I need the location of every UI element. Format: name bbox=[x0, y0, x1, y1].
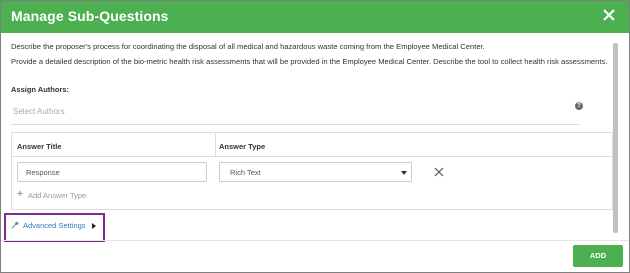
chevron-down-icon bbox=[401, 171, 407, 175]
manage-sub-questions-dialog: Manage Sub-Questions Describe the propos… bbox=[0, 0, 630, 273]
answer-type-value: Rich Text bbox=[230, 168, 261, 177]
authors-placeholder: Select Authors bbox=[13, 107, 65, 116]
dialog-scrollbar[interactable] bbox=[613, 43, 618, 233]
answer-types-table: Answer Title Answer Type Response Rich T… bbox=[11, 132, 613, 210]
answer-type-select[interactable]: Rich Text bbox=[219, 162, 412, 182]
remove-row-icon[interactable] bbox=[434, 167, 444, 177]
answer-title-input[interactable]: Response bbox=[17, 162, 207, 182]
add-answer-type-label: Add Answer Type bbox=[28, 191, 87, 200]
answer-title-value: Response bbox=[26, 168, 60, 177]
header-divider bbox=[12, 156, 612, 157]
advanced-settings-label: Advanced Settings bbox=[23, 221, 86, 230]
footer-divider bbox=[1, 240, 629, 241]
dialog-header: Manage Sub-Questions bbox=[1, 1, 629, 33]
wrench-icon bbox=[11, 221, 19, 229]
column-header-answer-title: Answer Title bbox=[17, 142, 62, 151]
close-icon[interactable] bbox=[599, 5, 619, 25]
question-description-line-2: Provide a detailed description of the bi… bbox=[11, 57, 608, 66]
dialog-title: Manage Sub-Questions bbox=[11, 8, 169, 24]
question-description-line-1: Describe the proposer's process for coor… bbox=[11, 42, 485, 51]
help-icon[interactable]: ? bbox=[575, 102, 583, 110]
plus-icon: + bbox=[17, 189, 23, 200]
caret-right-icon[interactable] bbox=[92, 223, 96, 229]
authors-select[interactable]: Select Authors bbox=[11, 100, 579, 125]
add-button[interactable]: ADD bbox=[573, 245, 623, 267]
column-header-answer-type: Answer Type bbox=[219, 142, 266, 151]
column-divider bbox=[215, 133, 216, 156]
assign-authors-label: Assign Authors: bbox=[11, 85, 70, 94]
